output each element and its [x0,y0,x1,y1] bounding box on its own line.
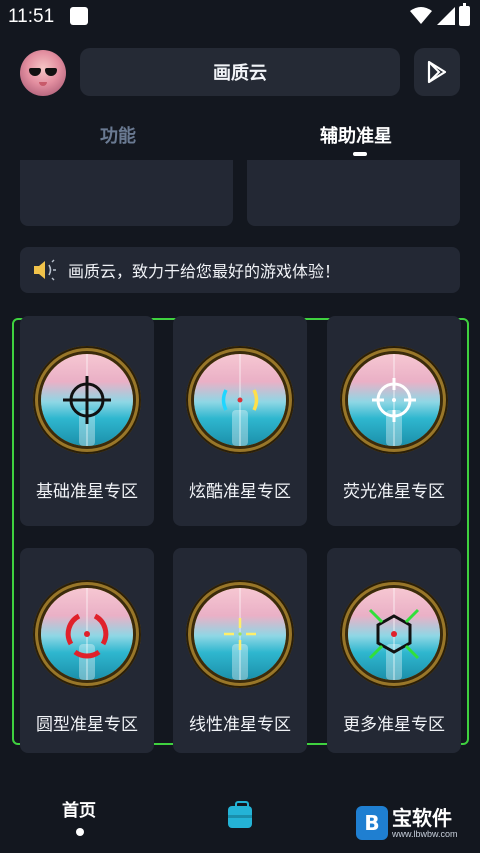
status-bar: 11:51 [0,0,480,34]
hexagon-crosshair-icon [368,608,420,660]
feature-card-right[interactable] [247,160,460,226]
crosshair-card-basic[interactable]: 基础准星专区 [20,316,154,526]
status-time: 11:51 [8,6,55,27]
scope-icon [186,580,294,688]
notification-icon [70,7,88,25]
crosshair-card-line[interactable]: 线性准星专区 [173,548,307,753]
watermark-logo-icon: B [356,806,388,840]
card-label: 更多准星专区 [343,715,445,735]
active-tab-indicator [353,152,367,156]
card-label: 炫酷准星专区 [189,482,291,502]
glow-crosshair-icon [372,378,416,422]
watermark-url: www.lbwbw.com [392,829,458,839]
app-header: 画质云 [0,48,480,96]
scope-icon [33,580,141,688]
tab-bar: 功能 辅助准星 [0,118,480,158]
crosshair-card-more[interactable]: 更多准星专区 [327,548,461,753]
notice-text: 画质云，致力于给您最好的游戏体验！ [68,262,341,281]
tab-crosshair[interactable]: 辅助准星 [320,122,392,148]
bracket-crosshair-icon [221,389,259,411]
ring-crosshair-icon [65,613,109,659]
scope-icon [340,580,448,688]
crosshair-card-glow[interactable]: 荧光准星专区 [327,316,461,526]
avatar-mouth [39,82,47,86]
feature-card-left[interactable] [20,160,233,226]
line-crosshair-icon [224,618,256,650]
crosshair-card-cool[interactable]: 炫酷准星专区 [173,316,307,526]
nav-home[interactable]: 首页 [62,796,96,821]
battery-icon [459,3,470,26]
play-store-icon [427,60,447,84]
toolbox-icon[interactable] [228,801,252,828]
avatar-glasses [29,68,57,76]
watermark-name: 宝软件 [392,806,452,830]
card-label: 线性准星专区 [189,715,291,735]
speaker-icon [34,259,56,281]
signal-icon [437,7,455,25]
avatar[interactable] [20,50,66,96]
crosshair-card-round[interactable]: 圆型准星专区 [20,548,154,753]
tab-features[interactable]: 功能 [100,122,136,148]
classic-crosshair-icon [63,376,111,424]
card-label: 荧光准星专区 [343,482,445,502]
card-label: 基础准星专区 [36,482,138,502]
watermark: B 宝软件 www.lbwbw.com [356,802,474,848]
scope-icon [33,346,141,454]
card-label: 圆型准星专区 [36,715,138,735]
notice-bar: 画质云，致力于给您最好的游戏体验！ [20,247,460,293]
scope-icon [186,346,294,454]
scope-icon [340,346,448,454]
wifi-icon [410,7,432,24]
play-store-button[interactable] [414,48,460,96]
app-title: 画质云 [80,48,400,96]
nav-active-dot [76,828,84,836]
